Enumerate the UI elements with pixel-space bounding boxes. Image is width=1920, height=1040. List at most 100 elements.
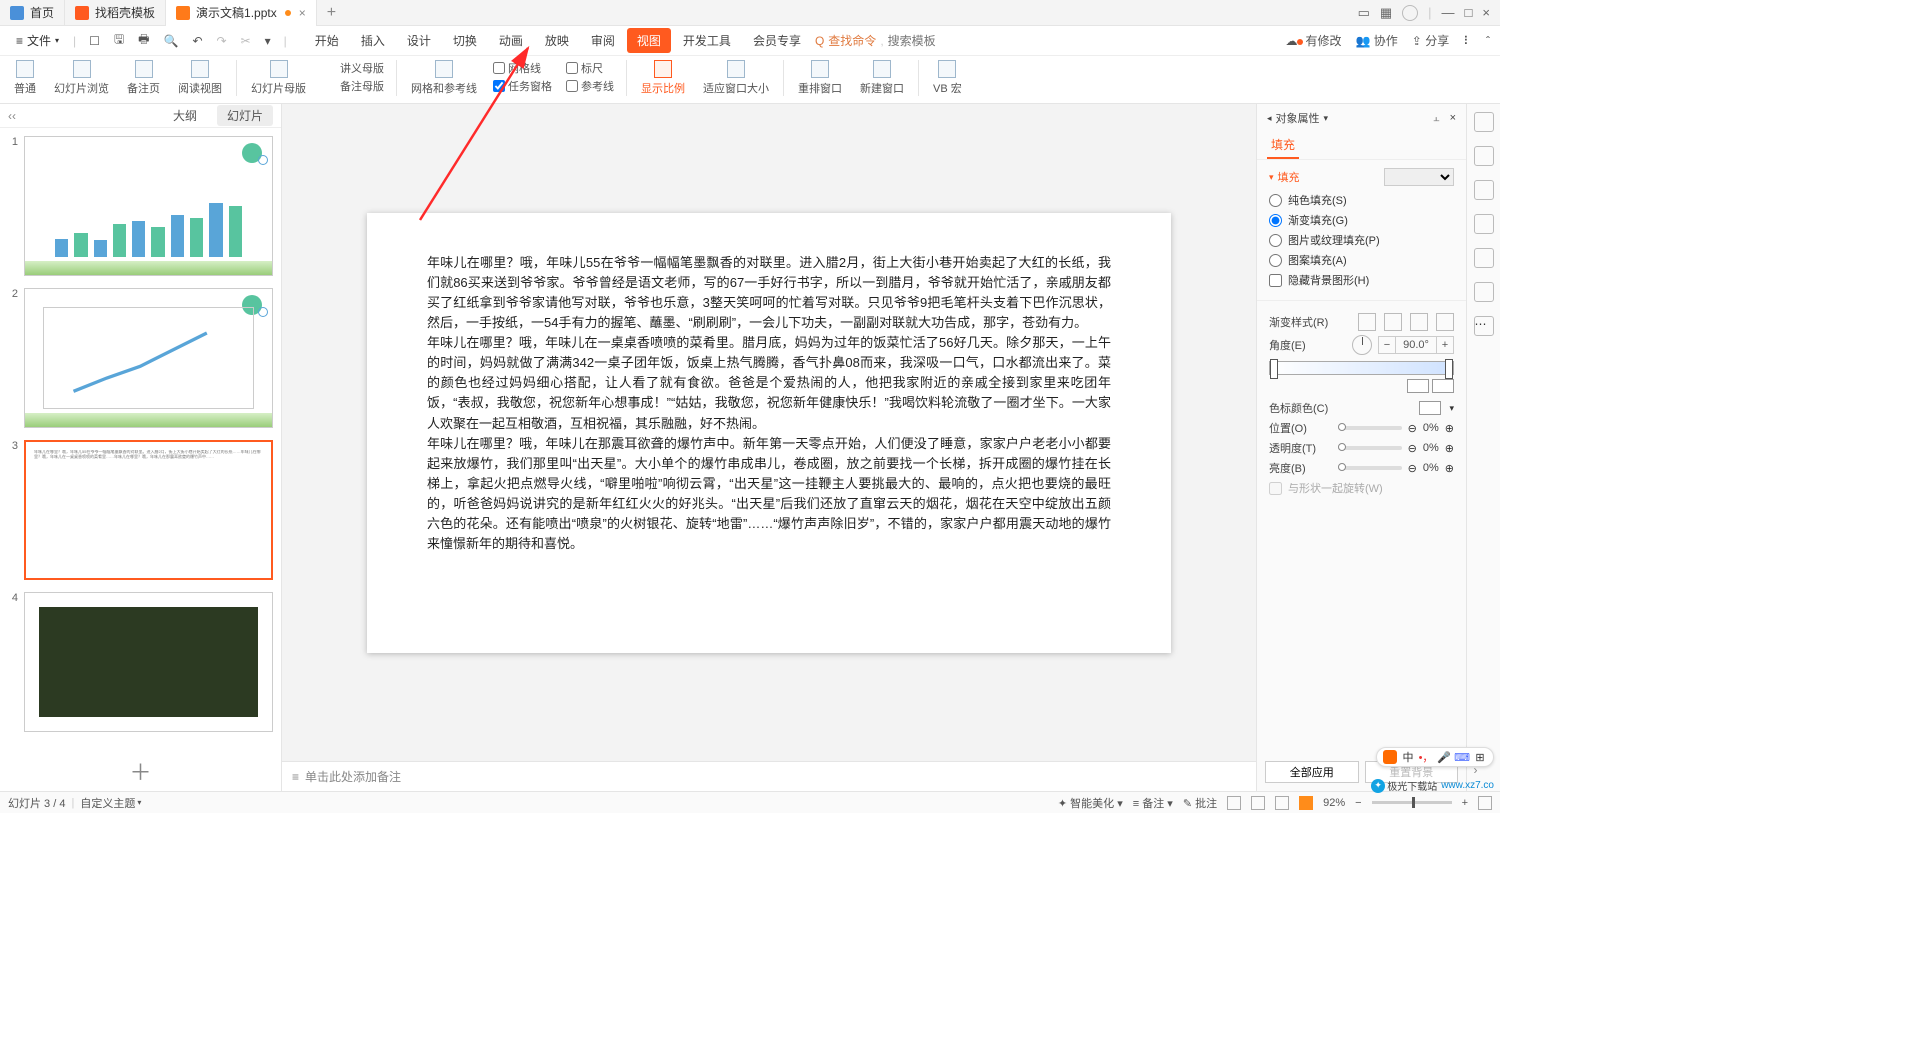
view-sorter-icon[interactable] (1251, 796, 1265, 810)
angle-spinner[interactable]: −90.0°+ (1378, 336, 1454, 354)
chevron-down-icon[interactable]: ▾ (1449, 403, 1454, 414)
slideshow-icon[interactable] (1299, 796, 1313, 810)
view-reading[interactable]: 阅读视图 (172, 60, 228, 96)
fill-none[interactable]: 纯色填充(S) (1269, 192, 1454, 208)
tab-start[interactable]: 开始 (305, 28, 349, 53)
ime-lang[interactable]: 中 (1401, 750, 1415, 764)
thumbnail-list[interactable]: 1 2 3 年味儿在哪里？哦，年味儿55在爷爷一幅幅笔墨飘香的对联里。 (0, 128, 281, 751)
chk-guides[interactable]: 参考线 (566, 78, 614, 94)
tool-text-icon[interactable] (1474, 248, 1494, 268)
open-icon[interactable]: ☐ (84, 34, 105, 48)
zoom-slider[interactable] (1372, 801, 1452, 804)
view-normal[interactable]: 普通 (8, 60, 42, 96)
vba-macro[interactable]: VB 宏 (927, 60, 968, 96)
tool-chart-icon[interactable] (1474, 282, 1494, 302)
tool-style-icon[interactable] (1474, 146, 1494, 166)
tab-insert[interactable]: 插入 (351, 28, 395, 53)
template-search-input[interactable] (888, 34, 1008, 48)
chk-ruler[interactable]: 标尺 (566, 60, 614, 76)
minimize-button[interactable]: — (1442, 5, 1455, 20)
current-slide[interactable]: 年味儿在哪里？哦，年味儿55在爷爷一幅幅笔墨飘香的对联里。进入腊2月，街上大街小… (367, 213, 1171, 653)
slide-text-body[interactable]: 年味儿在哪里？哦，年味儿55在爷爷一幅幅笔墨飘香的对联里。进入腊2月，街上大街小… (427, 253, 1111, 555)
redo-icon[interactable]: ↷ (212, 34, 232, 48)
color-swatch[interactable] (1419, 401, 1441, 415)
fill-hide-bg[interactable]: 隐藏背景图形(H) (1269, 272, 1454, 288)
chevron-down-icon[interactable]: ▾ (1324, 113, 1329, 124)
ai-beautify[interactable]: ✦ 智能美化 ▾ (1058, 795, 1123, 811)
tab-member[interactable]: 会员专享 (743, 28, 811, 53)
ime-keyboard-icon[interactable]: ⌨ (1455, 750, 1469, 764)
tab-home[interactable]: 首页 (0, 0, 65, 26)
add-stop-icon[interactable] (1407, 379, 1429, 393)
pending-changes[interactable]: ☁有修改 (1285, 32, 1341, 49)
master-handout[interactable]: 讲义母版 (322, 60, 384, 76)
position-slider[interactable] (1338, 426, 1401, 430)
ime-punct[interactable]: •， (1419, 750, 1433, 764)
ime-toolbar[interactable]: 中 •， 🎤 ⌨ ⊞ (1376, 747, 1494, 767)
pane-collapse-icon[interactable]: ‹‹ (8, 109, 16, 123)
status-notes[interactable]: ≡ 备注 ▾ (1133, 795, 1173, 811)
fill-pattern[interactable]: 图案填充(A) (1269, 252, 1454, 268)
fit-screen-icon[interactable] (1478, 796, 1492, 810)
save-icon[interactable]: 🖫 (109, 30, 129, 51)
apply-all-button[interactable]: 全部应用 (1265, 761, 1359, 783)
chevron-icon[interactable]: ◂ (1267, 113, 1272, 124)
arrange-windows[interactable]: 重排窗口 (792, 60, 848, 96)
tool-image-icon[interactable] (1474, 180, 1494, 200)
status-theme[interactable]: 自定义主题 (80, 795, 135, 811)
tab-dev[interactable]: 开发工具 (673, 28, 741, 53)
angle-dial[interactable] (1352, 335, 1372, 355)
rotate-with-shape[interactable]: 与形状一起旋转(W) (1269, 480, 1454, 496)
tab-outline[interactable]: 大纲 (163, 105, 207, 126)
ime-settings-icon[interactable]: ⊞ (1473, 750, 1487, 764)
spin-minus[interactable]: ⊖ (1408, 422, 1417, 435)
slide-canvas[interactable]: 年味儿在哪里？哦，年味儿55在爷爷一幅幅笔墨飘香的对联里。进入腊2月，街上大街小… (282, 104, 1256, 761)
tool-shape-icon[interactable] (1474, 214, 1494, 234)
new-tab-button[interactable]: + (317, 4, 346, 22)
preview-icon[interactable]: 🔍 (159, 34, 184, 48)
angle-value[interactable]: 90.0° (1395, 337, 1437, 353)
new-window[interactable]: 新建窗口 (854, 60, 910, 96)
more-menu[interactable]: ⠇ (1463, 34, 1472, 48)
tool-more-icon[interactable]: ⋯ (1474, 316, 1494, 336)
share-button[interactable]: ⇪ 分享 (1412, 32, 1449, 49)
grad-preset[interactable] (1410, 313, 1428, 331)
fit-window[interactable]: 适应窗口大小 (697, 60, 775, 96)
spin-minus[interactable]: − (1379, 339, 1395, 351)
tab-close-icon[interactable]: × (299, 6, 306, 20)
gradient-stop[interactable] (1445, 359, 1453, 379)
spin-minus[interactable]: ⊖ (1408, 462, 1417, 475)
tab-view[interactable]: 视图 (627, 28, 671, 53)
grad-preset[interactable] (1436, 313, 1454, 331)
spin-plus[interactable]: ⊕ (1445, 442, 1454, 455)
master-notes[interactable]: 备注母版 (322, 78, 384, 94)
zoom-out[interactable]: − (1355, 797, 1361, 809)
coop-button[interactable]: 👥 协作 (1355, 32, 1397, 49)
print-icon[interactable]: 🖶 (133, 30, 154, 51)
tab-trans[interactable]: 切换 (443, 28, 487, 53)
master-slide[interactable]: 幻灯片母版 (245, 60, 312, 96)
gradient-stop[interactable] (1270, 359, 1278, 379)
pin-icon[interactable]: ⫠ (1433, 112, 1440, 125)
panel-tab-fill[interactable]: 填充 (1267, 132, 1299, 159)
panel-close-icon[interactable]: × (1450, 112, 1456, 124)
grad-preset[interactable] (1384, 313, 1402, 331)
command-search[interactable]: Q 查找命令 , (815, 32, 1008, 49)
zoom-scale[interactable]: 显示比例 (635, 60, 691, 96)
grid-guides[interactable]: 网格和参考线 (405, 60, 483, 96)
close-button[interactable]: × (1482, 5, 1490, 20)
grad-preset[interactable] (1358, 313, 1376, 331)
tool-settings-icon[interactable] (1474, 112, 1494, 132)
thumb-1[interactable]: 1 (4, 136, 273, 276)
status-comments[interactable]: ✎ 批注 (1183, 795, 1217, 811)
tab-anim[interactable]: 动画 (489, 28, 533, 53)
tab-templates[interactable]: 找稻壳模板 (65, 0, 166, 26)
view-reading-icon[interactable] (1275, 796, 1289, 810)
tab-review[interactable]: 审阅 (581, 28, 625, 53)
apps-icon[interactable]: ▦ (1380, 5, 1392, 21)
fill-picture[interactable]: 图片或纹理填充(P) (1269, 232, 1454, 248)
thumb-2[interactable]: 2 (4, 288, 273, 428)
cut-icon[interactable]: ✂ (236, 34, 256, 48)
file-menu[interactable]: ≡ 文件 ▾ (10, 32, 65, 49)
spin-plus[interactable]: ⊕ (1445, 462, 1454, 475)
